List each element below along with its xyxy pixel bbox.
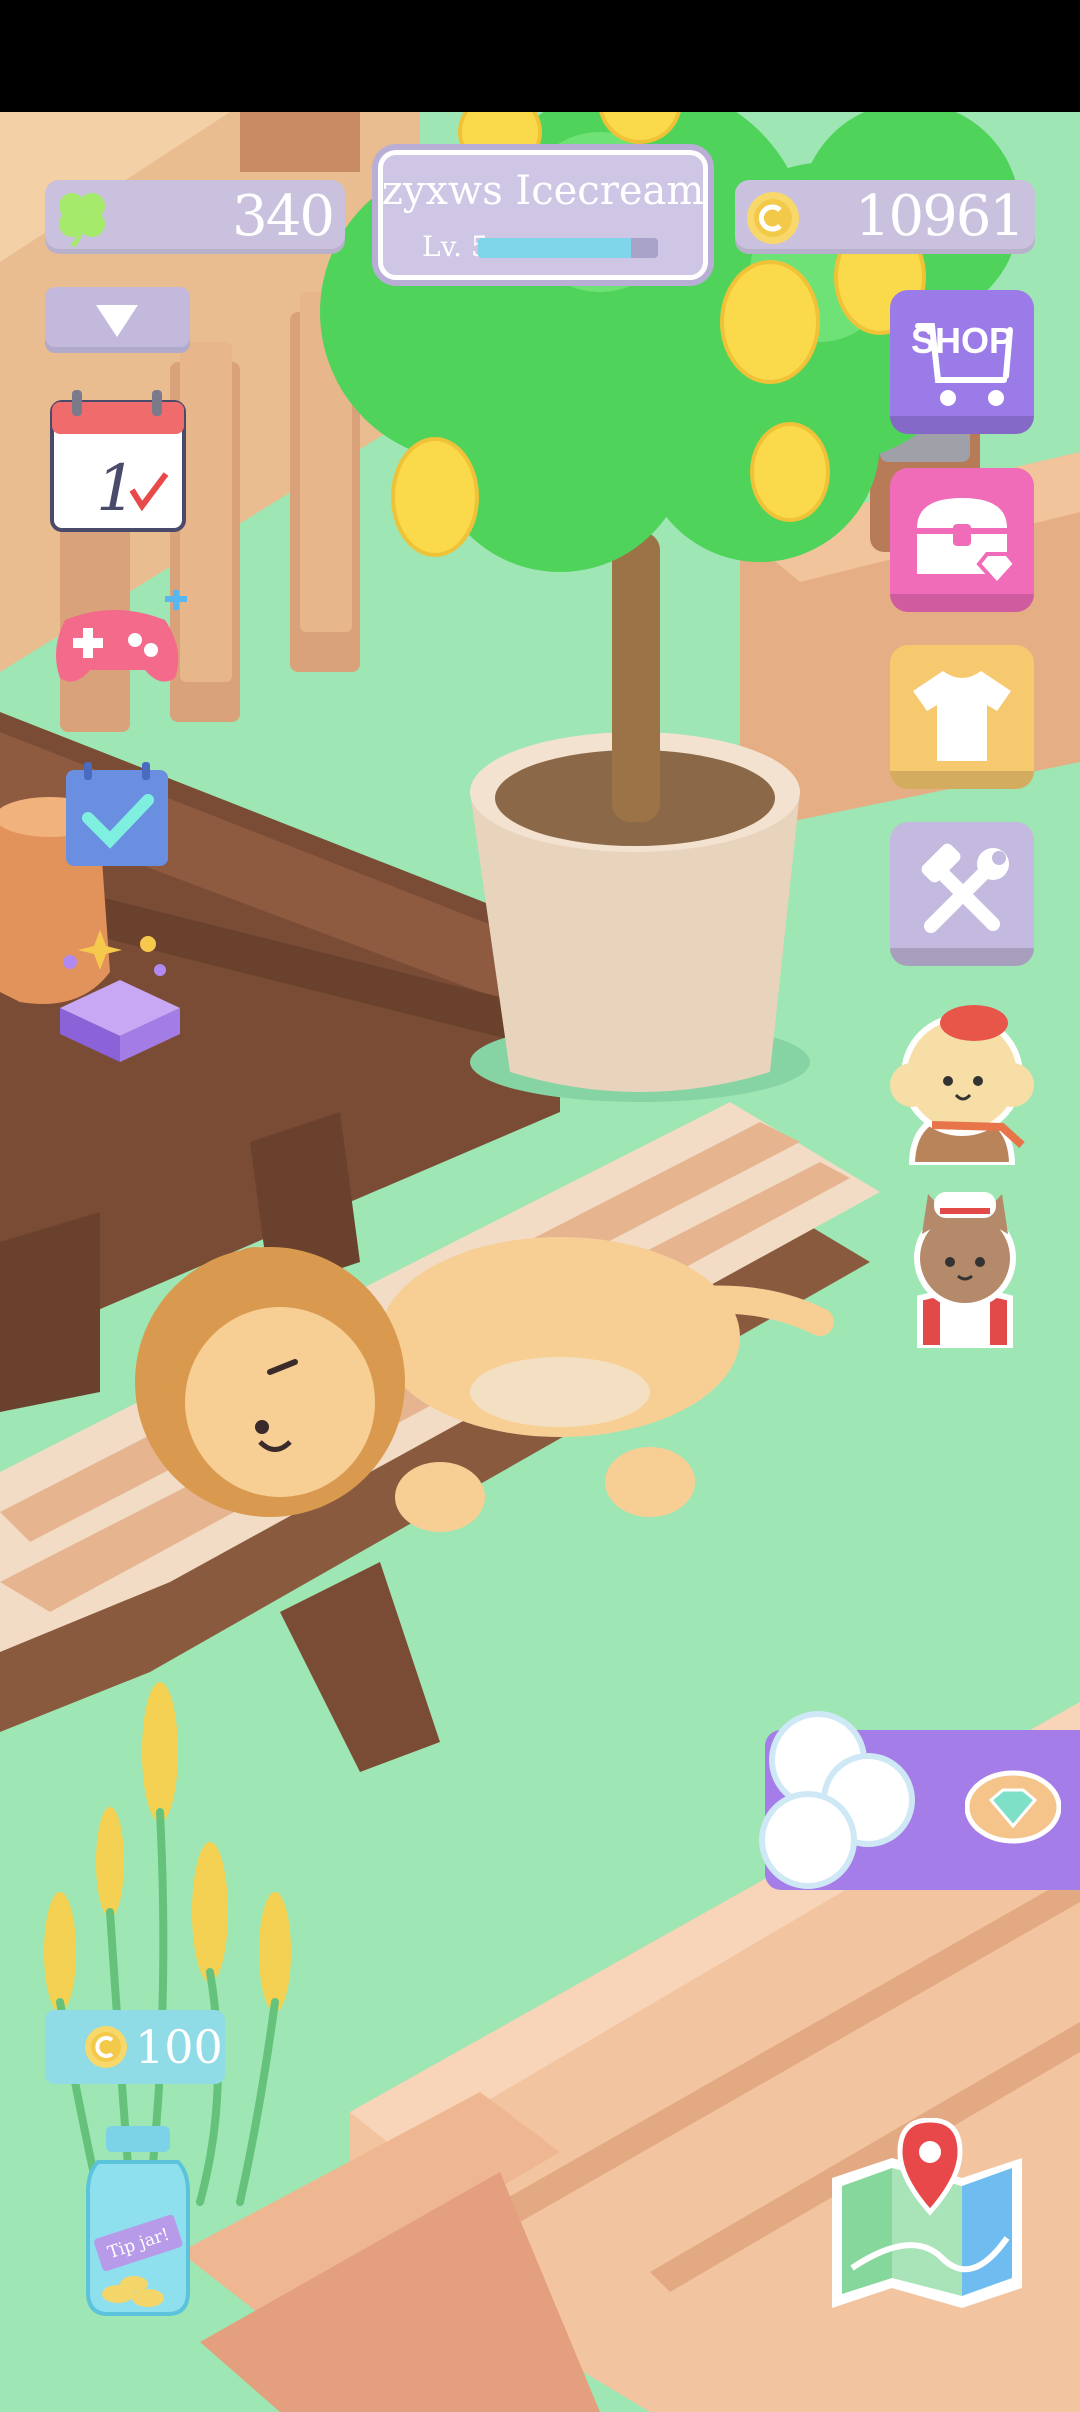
coin-icon [747, 192, 799, 244]
gamepad-plus-icon[interactable] [45, 590, 190, 690]
treasure-chest-icon [917, 498, 1017, 587]
cat-chef-icon[interactable] [900, 1178, 1030, 1348]
tip-amount-badge: 100 [45, 2010, 225, 2084]
cotton-fluff-icon[interactable] [748, 1700, 938, 1900]
clover-icon [59, 193, 105, 248]
shop-button[interactable]: SHOP [890, 290, 1034, 434]
checklist-icon[interactable] [62, 760, 172, 870]
tip-jar-icon[interactable]: Tip jar! [78, 2122, 198, 2318]
calendar-day: 1 [96, 452, 137, 526]
gift-box-icon[interactable] [50, 920, 190, 1065]
dropdown-arrow-icon [96, 305, 138, 337]
clover-count: 340 [232, 184, 335, 249]
diamond-icon [965, 1770, 1061, 1844]
build-tools-button[interactable] [890, 822, 1034, 966]
status-bar [0, 0, 1080, 112]
coin-icon [85, 2026, 127, 2068]
wardrobe-button[interactable] [890, 645, 1034, 789]
poodle-customer-icon[interactable] [882, 995, 1042, 1165]
coin-counter: 10961 [735, 180, 1035, 254]
player-name: zyxws Icecream [381, 168, 705, 214]
shop-cart-icon [915, 323, 1013, 406]
treasure-chest-button[interactable] [890, 468, 1034, 612]
shirt-icon [913, 671, 1011, 761]
clover-counter: 340 [45, 180, 345, 254]
coin-count: 10961 [854, 184, 1025, 249]
tip-amount: 100 [135, 2020, 223, 2074]
xp-progress-fill [478, 238, 631, 258]
xp-progress-bar [478, 238, 658, 258]
map-icon[interactable] [822, 2118, 1032, 2314]
tools-icon [921, 843, 1009, 933]
expand-menu-button[interactable] [45, 287, 190, 353]
calendar-icon[interactable]: 1 [48, 388, 188, 536]
player-nameplate[interactable]: zyxws Icecream Lv. 5 [378, 150, 708, 280]
